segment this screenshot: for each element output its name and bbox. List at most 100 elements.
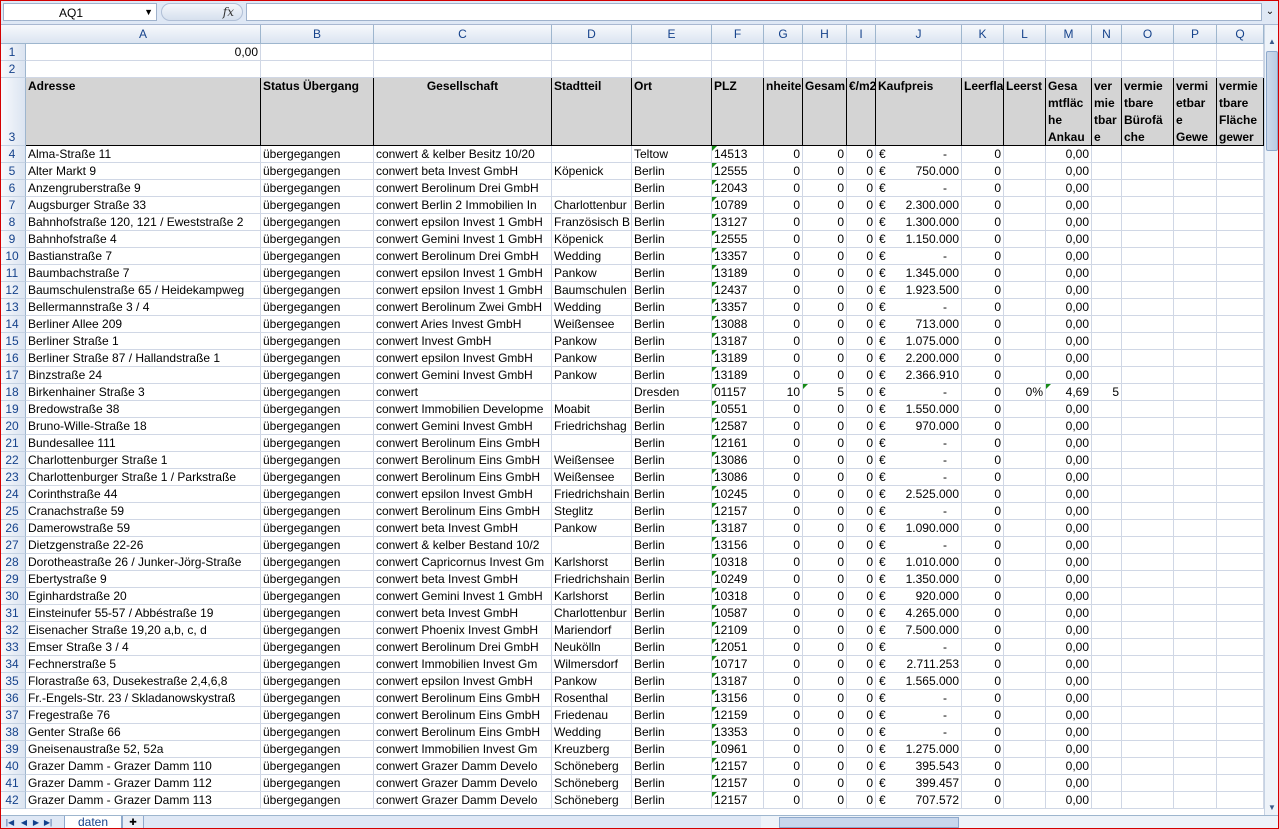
cell-c[interactable]: conwert Aries Invest GmbH	[374, 316, 552, 333]
cell-m[interactable]: 0,00	[1046, 299, 1092, 316]
row-header-4[interactable]: 4	[1, 146, 26, 163]
cell-l[interactable]	[1004, 588, 1046, 605]
cell-o[interactable]	[1122, 673, 1174, 690]
cell-m[interactable]: 0,00	[1046, 469, 1092, 486]
row-header-17[interactable]: 17	[1, 367, 26, 384]
cell-b[interactable]: übergegangen	[261, 639, 374, 656]
row-header-29[interactable]: 29	[1, 571, 26, 588]
cell-e1[interactable]	[632, 44, 712, 61]
cell-l2[interactable]	[1004, 61, 1046, 78]
cell-d[interactable]	[552, 384, 632, 401]
cell-a[interactable]: Bellermannstraße 3 / 4	[26, 299, 261, 316]
column-header-h[interactable]: H	[803, 25, 847, 43]
cell-o[interactable]	[1122, 520, 1174, 537]
cell-m[interactable]: 0,00	[1046, 282, 1092, 299]
cell-o[interactable]	[1122, 367, 1174, 384]
cell-d[interactable]: Pankow	[552, 673, 632, 690]
cell-p[interactable]	[1174, 571, 1217, 588]
cell-kaufpreis[interactable]: € -	[876, 537, 962, 554]
cell-h[interactable]: 0	[803, 265, 847, 282]
row-header-32[interactable]: 32	[1, 622, 26, 639]
cell-kaufpreis[interactable]: €713.000	[876, 316, 962, 333]
cell-n[interactable]	[1092, 248, 1122, 265]
cell-i[interactable]: 0	[847, 605, 876, 622]
cell-kaufpreis[interactable]: € -	[876, 146, 962, 163]
column-header-k[interactable]: K	[962, 25, 1004, 43]
cell-q[interactable]	[1217, 486, 1264, 503]
cell-p[interactable]	[1174, 231, 1217, 248]
cell-b[interactable]: übergegangen	[261, 690, 374, 707]
cell-h[interactable]: 0	[803, 792, 847, 809]
cell-i[interactable]: 0	[847, 299, 876, 316]
cell-c[interactable]: conwert Immobilien Developme	[374, 401, 552, 418]
cell-n[interactable]	[1092, 214, 1122, 231]
cell-d[interactable]: Schöneberg	[552, 775, 632, 792]
row-header-13[interactable]: 13	[1, 299, 26, 316]
cell-n2[interactable]	[1092, 61, 1122, 78]
cell-l[interactable]	[1004, 486, 1046, 503]
cell-k[interactable]: 0	[962, 792, 1004, 809]
cell-d[interactable]: Karlshorst	[552, 588, 632, 605]
cell-b[interactable]: übergegangen	[261, 282, 374, 299]
cell-a[interactable]: Fregestraße 76	[26, 707, 261, 724]
cell-b[interactable]: übergegangen	[261, 571, 374, 588]
cell-kaufpreis[interactable]: €1.345.000	[876, 265, 962, 282]
cell-h[interactable]: 0	[803, 520, 847, 537]
cell-m[interactable]: 0,00	[1046, 741, 1092, 758]
cell-q[interactable]	[1217, 656, 1264, 673]
cell-b[interactable]: übergegangen	[261, 741, 374, 758]
cell-p1[interactable]	[1174, 44, 1217, 61]
cell-n[interactable]	[1092, 537, 1122, 554]
cell-d[interactable]: Wedding	[552, 724, 632, 741]
cell-l[interactable]	[1004, 673, 1046, 690]
cell-o[interactable]	[1122, 231, 1174, 248]
cell-a[interactable]: Charlottenburger Straße 1	[26, 452, 261, 469]
cell-b[interactable]: übergegangen	[261, 554, 374, 571]
cell-c[interactable]: conwert Gemini Invest 1 GmbH	[374, 231, 552, 248]
column-header-c[interactable]: C	[374, 25, 552, 43]
cell-g[interactable]: 0	[764, 758, 803, 775]
cell-o[interactable]	[1122, 775, 1174, 792]
cell-q[interactable]	[1217, 231, 1264, 248]
cell-f[interactable]: 10245	[712, 486, 764, 503]
cell-g[interactable]: 0	[764, 588, 803, 605]
cell-f[interactable]: 10789	[712, 197, 764, 214]
cell-g[interactable]: 0	[764, 197, 803, 214]
sheet-tab-daten[interactable]: daten	[64, 816, 122, 828]
cell-o[interactable]	[1122, 503, 1174, 520]
cell-p[interactable]	[1174, 197, 1217, 214]
cell-q[interactable]	[1217, 707, 1264, 724]
cell-k[interactable]: 0	[962, 231, 1004, 248]
cell-o[interactable]	[1122, 605, 1174, 622]
cell-k[interactable]: 0	[962, 469, 1004, 486]
cell-h[interactable]: 0	[803, 401, 847, 418]
cell-c[interactable]: conwert beta Invest GmbH	[374, 163, 552, 180]
row-header-7[interactable]: 7	[1, 197, 26, 214]
cell-b[interactable]: übergegangen	[261, 231, 374, 248]
cell-d[interactable]: Köpenick	[552, 231, 632, 248]
cell-o[interactable]	[1122, 248, 1174, 265]
cell-d[interactable]: Schöneberg	[552, 792, 632, 809]
cell-p[interactable]	[1174, 367, 1217, 384]
cell-o[interactable]	[1122, 724, 1174, 741]
cell-i[interactable]: 0	[847, 435, 876, 452]
cell-k[interactable]: 0	[962, 197, 1004, 214]
scroll-up-icon[interactable]: ▲	[1265, 35, 1278, 49]
column-title-d[interactable]: Stadtteil	[552, 78, 632, 146]
cell-q[interactable]	[1217, 367, 1264, 384]
cell-k[interactable]: 0	[962, 622, 1004, 639]
cell-n[interactable]	[1092, 775, 1122, 792]
cell-i1[interactable]	[847, 44, 876, 61]
cell-f[interactable]: 13088	[712, 316, 764, 333]
cell-m[interactable]: 0,00	[1046, 452, 1092, 469]
cell-h[interactable]: 0	[803, 452, 847, 469]
row-header-30[interactable]: 30	[1, 588, 26, 605]
cell-b[interactable]: übergegangen	[261, 146, 374, 163]
cell-k[interactable]: 0	[962, 673, 1004, 690]
cell-a[interactable]: Binzstraße 24	[26, 367, 261, 384]
cell-d[interactable]: Charlottenbur	[552, 197, 632, 214]
cell-p[interactable]	[1174, 758, 1217, 775]
cell-p[interactable]	[1174, 486, 1217, 503]
row-header-27[interactable]: 27	[1, 537, 26, 554]
cell-d[interactable]: Charlottenbur	[552, 605, 632, 622]
